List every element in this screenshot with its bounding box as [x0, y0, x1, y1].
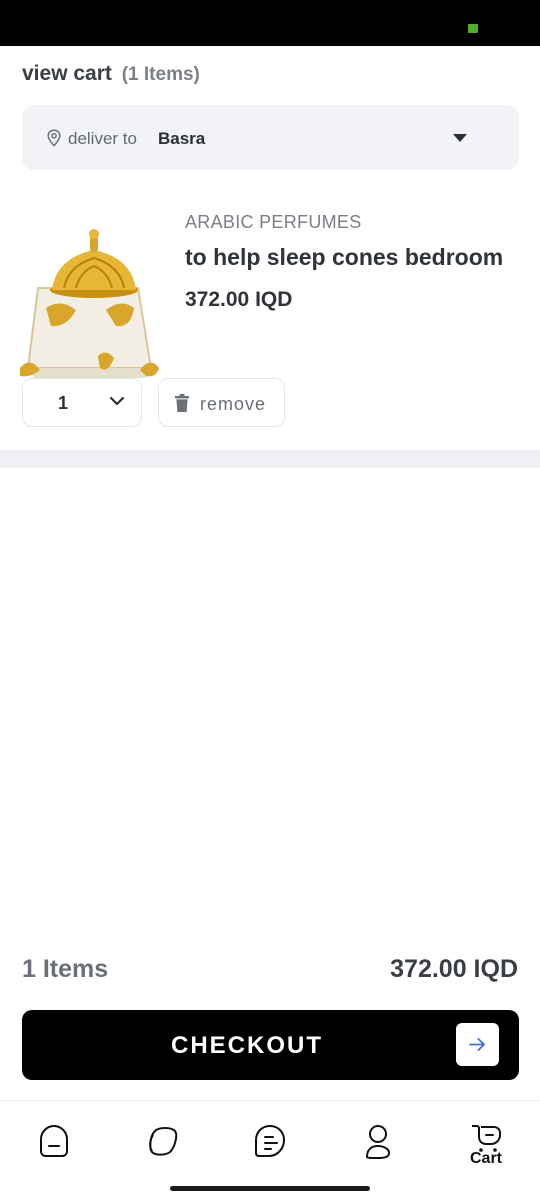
- battery-icon: [468, 24, 478, 33]
- status-bar: [0, 0, 540, 46]
- nav-home[interactable]: [24, 1121, 84, 1181]
- location-pin-icon: [47, 129, 61, 147]
- home-indicator: [170, 1186, 370, 1191]
- page-title-text: view cart: [22, 62, 112, 85]
- summary-total: 372.00 IQD: [390, 955, 518, 983]
- product-image[interactable]: [16, 228, 161, 380]
- checkout-arrow: [456, 1023, 499, 1066]
- nav-profile[interactable]: [348, 1121, 408, 1181]
- dropdown-caret-icon: [453, 134, 467, 142]
- cart-item: ARABIC PERFUMES to help sleep cones bedr…: [0, 192, 540, 450]
- nav-categories[interactable]: [132, 1121, 192, 1181]
- chevron-down-icon: [109, 396, 125, 406]
- remove-button[interactable]: remove: [158, 378, 285, 427]
- trash-icon: [175, 394, 189, 412]
- orders-icon: [255, 1124, 286, 1157]
- nav-cart[interactable]: Cart: [456, 1121, 516, 1181]
- summary-item-count: 1 Items: [22, 955, 109, 983]
- remove-label: remove: [200, 394, 267, 414]
- home-icon: [40, 1124, 68, 1157]
- categories-icon: [149, 1127, 178, 1156]
- cart-icon: [472, 1125, 501, 1152]
- section-divider: [0, 450, 540, 468]
- bottom-nav: Cart: [0, 1100, 540, 1200]
- arrow-right-icon: [469, 1038, 485, 1051]
- product-name[interactable]: to help sleep cones bedroom: [185, 244, 503, 271]
- page-title: view cart (1 Items): [22, 62, 200, 86]
- deliver-city: Basra: [158, 129, 206, 148]
- item-count: (1 Items): [121, 64, 200, 85]
- product-price: 372.00 IQD: [185, 288, 293, 311]
- nav-orders[interactable]: [240, 1121, 300, 1181]
- quantity-select[interactable]: 1: [22, 378, 142, 427]
- deliver-label: deliver to: [68, 129, 137, 148]
- cart-header: view cart (1 Items) deliver to Basra: [0, 46, 540, 192]
- deliver-to-selector[interactable]: deliver to Basra: [22, 105, 519, 170]
- checkout-label: CHECKOUT: [171, 1032, 323, 1059]
- nav-cart-label: Cart: [469, 1150, 502, 1167]
- checkout-button[interactable]: CHECKOUT: [22, 1010, 519, 1080]
- profile-icon: [365, 1125, 391, 1160]
- quantity-value: 1: [58, 393, 69, 413]
- product-category: ARABIC PERFUMES: [185, 212, 362, 232]
